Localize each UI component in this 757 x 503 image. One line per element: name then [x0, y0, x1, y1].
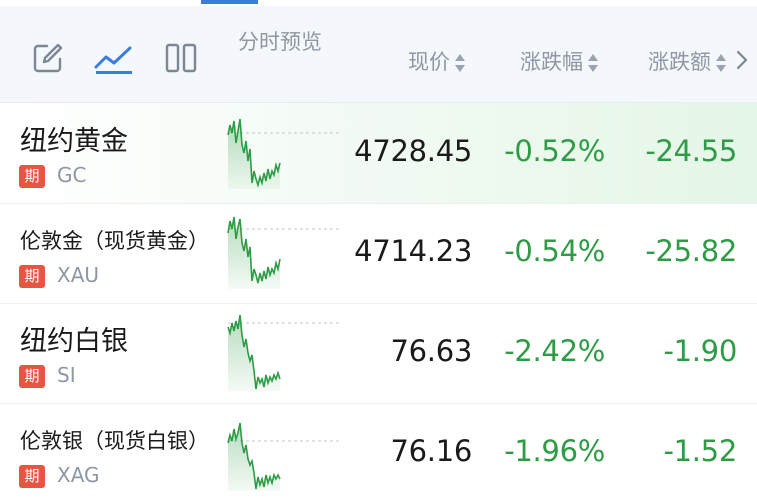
- change-amt-header-label: 涨跌额: [648, 50, 711, 74]
- list-item[interactable]: 伦敦银（现货白银） 期 XAG 76.16 -1.96% -1.52: [0, 403, 757, 503]
- intraday-sparkline: [227, 118, 342, 189]
- change-amount: -24.55: [645, 134, 737, 168]
- instrument-name: 纽约白银: [20, 326, 128, 357]
- sort-icon: [454, 53, 466, 73]
- instrument-code: XAU: [57, 263, 100, 287]
- instrument-name: 伦敦银（现货白银）: [20, 429, 209, 453]
- instrument-code: XAG: [57, 463, 100, 487]
- line-chart-view-icon[interactable]: [94, 40, 134, 76]
- change-percent: -0.52%: [504, 134, 605, 168]
- futures-badge: 期: [19, 365, 45, 388]
- chevron-right-icon[interactable]: [736, 50, 748, 74]
- change-percent: -0.54%: [504, 234, 605, 268]
- list-item[interactable]: 纽约白银 期 SI 76.63 -2.42% -1.90: [0, 303, 757, 404]
- current-price: 4714.23: [354, 234, 472, 268]
- edit-icon[interactable]: [30, 40, 66, 76]
- intraday-sparkline: [227, 422, 342, 491]
- current-price: 76.16: [390, 434, 472, 468]
- list-item[interactable]: 伦敦金（现货黄金） 期 XAU 4714.23 -0.54% -25.82: [0, 203, 757, 304]
- price-header-label: 现价: [408, 50, 450, 74]
- change-amount: -1.90: [663, 334, 737, 368]
- change-amount: -25.82: [645, 234, 737, 268]
- change-amount: -1.52: [663, 434, 737, 468]
- change-percent: -1.96%: [504, 434, 605, 468]
- instrument-code: SI: [57, 363, 76, 387]
- current-price: 76.63: [390, 334, 472, 368]
- intraday-sparkline: [227, 216, 342, 289]
- change-amt-column-header[interactable]: 涨跌额: [648, 46, 727, 76]
- preview-column-header: 分时预览: [238, 30, 322, 54]
- current-price: 4728.45: [354, 134, 472, 168]
- intraday-sparkline: [227, 314, 342, 391]
- instrument-code: GC: [57, 163, 87, 187]
- instrument-name: 伦敦金（现货黄金）: [20, 229, 209, 253]
- sort-icon: [715, 53, 727, 73]
- list-item[interactable]: 纽约黄金 期 GC 4728.45 -0.52% -24.55: [0, 103, 757, 204]
- futures-badge: 期: [19, 265, 45, 288]
- column-view-icon[interactable]: [163, 40, 199, 76]
- change-percent: -2.42%: [504, 334, 605, 368]
- sort-icon: [587, 53, 599, 73]
- active-tab-indicator: [201, 0, 258, 4]
- list-header: 分时预览 现价 涨跌幅 涨跌额: [0, 6, 757, 103]
- change-pct-header-label: 涨跌幅: [520, 50, 583, 74]
- instrument-name: 纽约黄金: [20, 126, 128, 157]
- futures-badge: 期: [19, 465, 45, 488]
- futures-badge: 期: [19, 165, 45, 188]
- price-column-header[interactable]: 现价: [408, 46, 466, 76]
- change-pct-column-header[interactable]: 涨跌幅: [520, 46, 599, 76]
